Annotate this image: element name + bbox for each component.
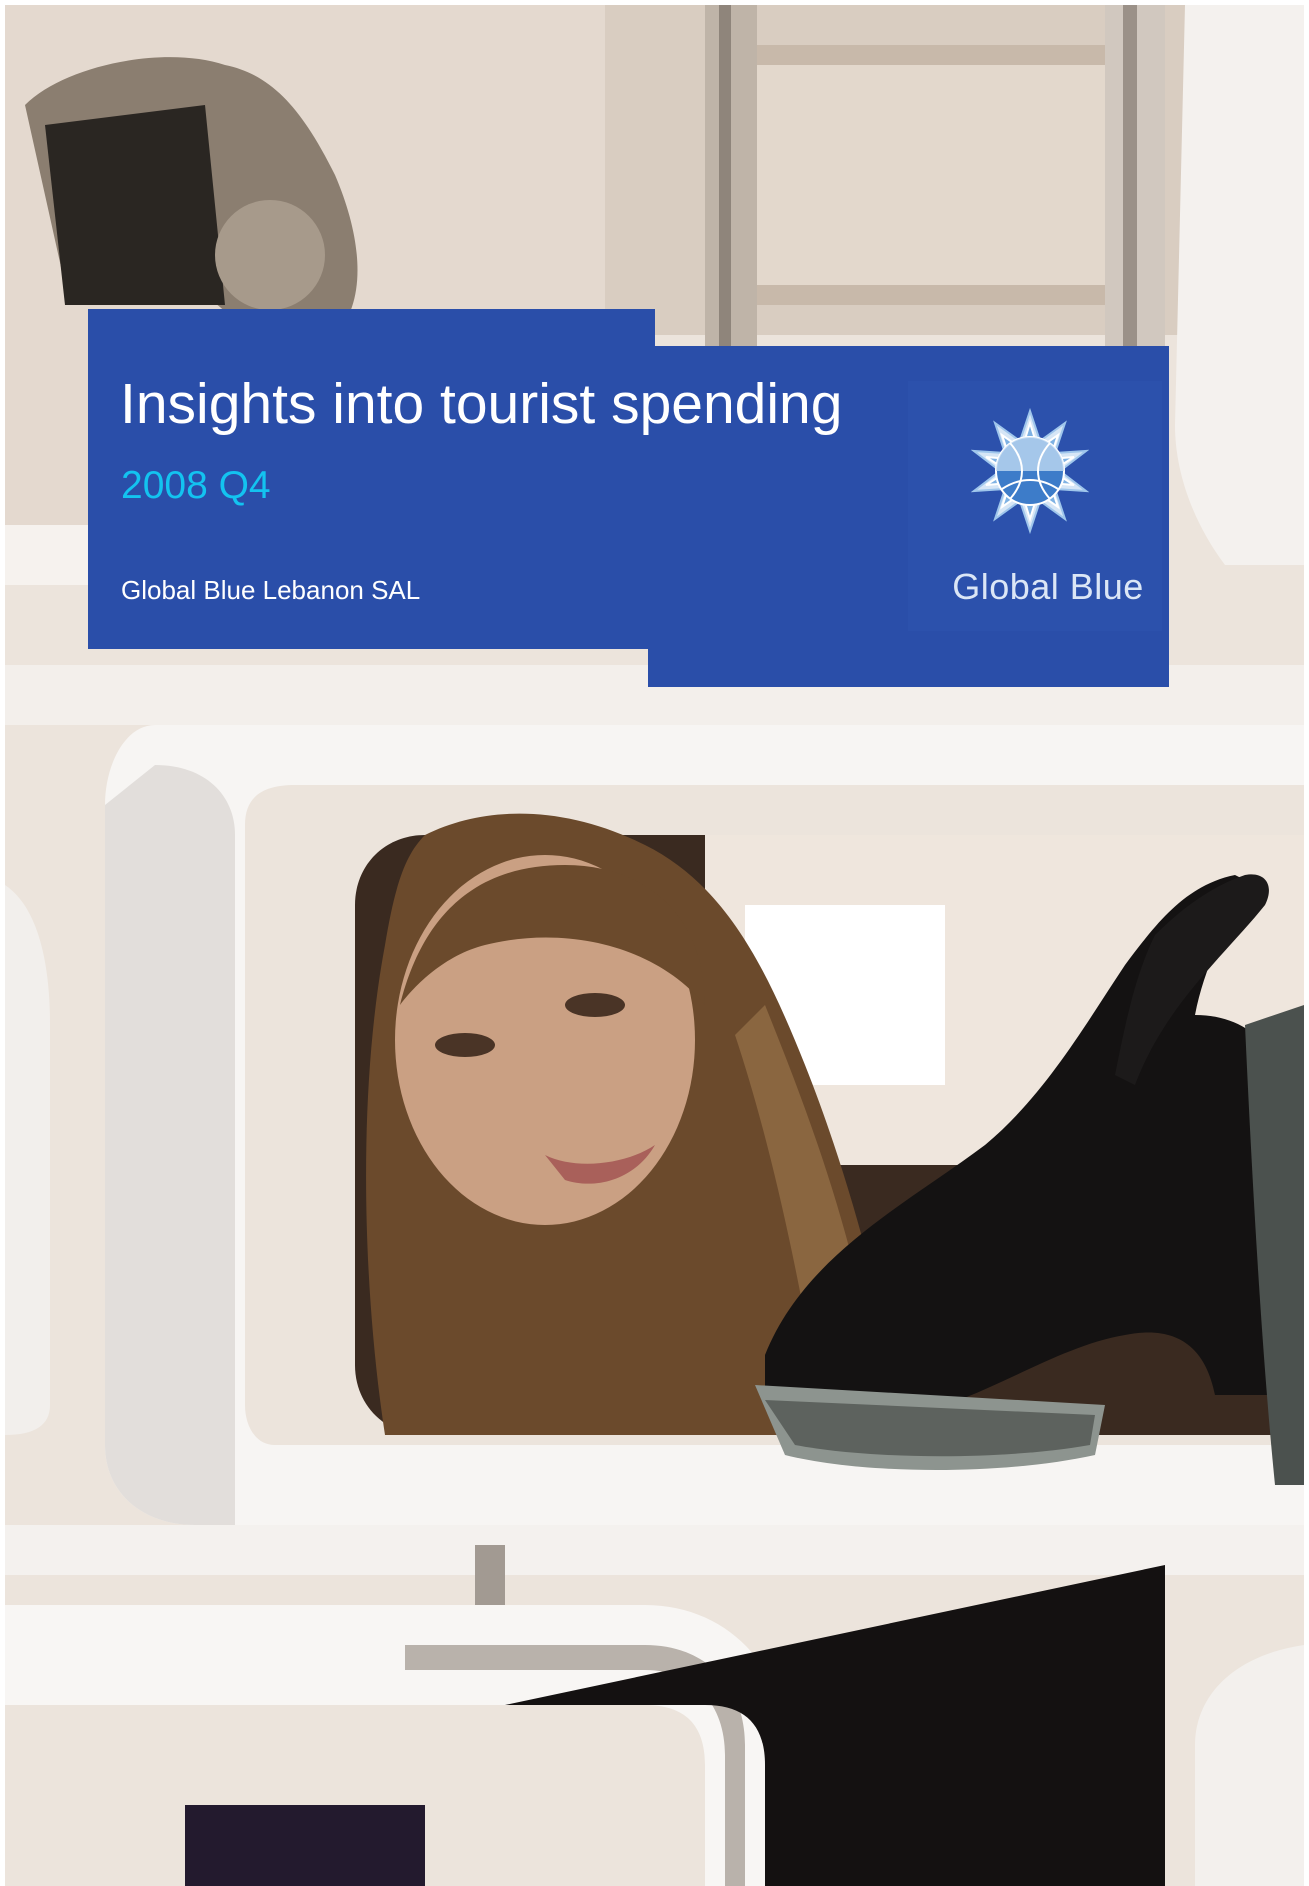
global-blue-star-globe-icon [971, 407, 1089, 535]
report-period: 2008 Q4 [121, 464, 271, 507]
title-panel-tab [648, 649, 1169, 687]
company-name: Global Blue Lebanon SAL [121, 575, 421, 605]
shopper-looking-at-shoe-icon [5, 5, 1304, 1886]
logo-wordmark: Global Blue [952, 566, 1144, 607]
cover-photo [5, 5, 1304, 1886]
cover-page: Insights into tourist spending 2008 Q4 G… [0, 0, 1309, 1886]
report-title: Insights into tourist spending [120, 372, 843, 436]
